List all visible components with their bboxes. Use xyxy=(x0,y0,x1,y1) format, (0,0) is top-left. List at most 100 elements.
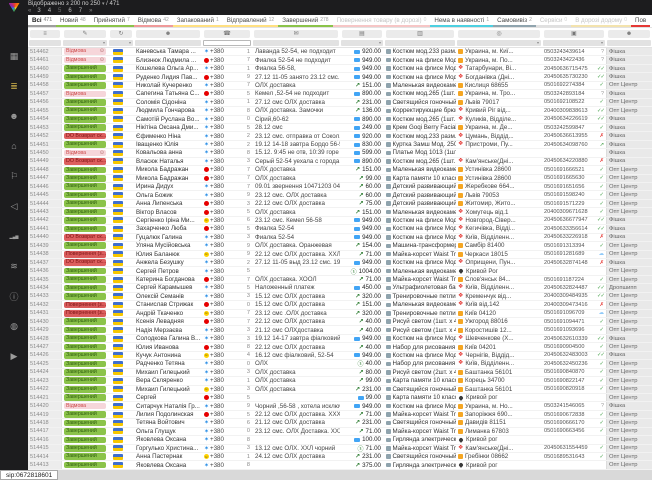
orders-list-icon[interactable]: ≣ xyxy=(0,71,28,101)
filter-dropdown-icon[interactable]: ▾ xyxy=(601,40,603,46)
order-row[interactable]: 514431Повернення (з...Андрій Ткаченкоlc+… xyxy=(28,310,652,318)
order-row[interactable]: 514462Відмова⊙Каневська Тамара ...✶+3801… xyxy=(28,48,652,56)
order-row[interactable]: 514453ЗавершенийНікітіна Оксана Дми...✶+… xyxy=(28,124,652,132)
order-row[interactable]: 514454ЗавершенийСамотій Руслана Во...✶+3… xyxy=(28,116,652,124)
order-row[interactable]: 514427ЗавершенийЮлия Иванова+380822.12 с… xyxy=(28,343,652,351)
filter-dropdown-icon[interactable]: ▾ xyxy=(379,40,381,46)
order-row[interactable]: 514435ЗавершенийКатерина Богданова+3807О… xyxy=(28,276,652,284)
price-tag-icon[interactable]: ⚐ xyxy=(0,161,28,191)
header-button-status[interactable]: ✎ xyxy=(64,30,106,38)
tab-out-of-stock[interactable]: Нема в наявності1 xyxy=(430,15,493,27)
order-row[interactable]: 514419ЗавершенийЛилия Подолинская+380522… xyxy=(28,411,652,419)
header-button-price[interactable]: ▤ xyxy=(342,30,382,38)
status-pill[interactable]: Повернення (з... xyxy=(64,310,106,317)
product-filter[interactable] xyxy=(385,40,455,46)
order-row[interactable]: 514414ЗавершенийАнна Пастернакlc+380124.… xyxy=(28,453,652,461)
status-pill[interactable]: Завершений xyxy=(64,411,106,418)
status-pill[interactable]: Завершений xyxy=(64,175,106,182)
order-row[interactable]: 514452DO Возврат ск...Єфименко Ніна✶+380… xyxy=(28,132,652,140)
status-pill[interactable]: Завершений xyxy=(64,377,106,384)
tab-accepted[interactable]: Прийнятий7 xyxy=(90,15,134,27)
header-button-source[interactable]: ☻ xyxy=(608,30,650,38)
status-pill[interactable]: Завершений xyxy=(64,65,106,72)
status-pill[interactable]: Завершений xyxy=(64,285,106,292)
status-pill[interactable]: Завершений xyxy=(64,327,106,334)
order-row[interactable]: 514457ВідмоваСапегина Татьяна С...+3805К… xyxy=(28,90,652,98)
status-pill[interactable]: Відмова⊙ xyxy=(64,57,106,64)
globe-icon[interactable]: ◍ xyxy=(0,311,28,341)
status-pill[interactable]: Завершений xyxy=(64,453,106,460)
status-pill[interactable]: Завершений xyxy=(64,276,106,283)
order-row[interactable]: 514420ВідмоваСитарчук Наталія Гр...✶+380… xyxy=(28,402,652,410)
tab-all[interactable]: Всі471 xyxy=(28,15,56,27)
status-pill[interactable]: Відмова⊙ xyxy=(64,150,106,157)
ttn-column-header[interactable]: ▣ xyxy=(542,28,606,39)
status-pill[interactable]: Завершений xyxy=(64,116,106,123)
status-pill[interactable]: Завершений xyxy=(64,74,106,81)
price-filter[interactable]: ▾ xyxy=(341,40,383,46)
order-row[interactable]: 514432Повернення (з...Станислав Стрижак+… xyxy=(28,301,652,309)
header-button-location[interactable]: ◎ xyxy=(458,30,540,38)
header-button-product[interactable]: ▥ xyxy=(386,30,454,38)
order-row[interactable]: 514413ЗавершенийЯковлева Оксана✶+3808↗37… xyxy=(28,461,652,469)
status-pill[interactable]: Завершений xyxy=(64,361,106,368)
order-row[interactable]: 514458ЗавершенийНиколай Кучеренко✶+3807О… xyxy=(28,82,652,90)
status-pill[interactable]: Завершений xyxy=(64,217,106,224)
header-button-comment[interactable]: ✉ xyxy=(254,30,338,38)
customers-icon[interactable]: ☻ xyxy=(0,101,28,131)
name-column-header[interactable]: ☻ xyxy=(134,28,202,39)
status-pill[interactable]: Повернення (з... xyxy=(64,302,106,309)
tab-shipped[interactable]: Відправлений12 xyxy=(223,15,278,27)
order-row[interactable]: 514451ЗавершенийІващенко Юлія✶+380219.12… xyxy=(28,141,652,149)
first-page-button[interactable]: « xyxy=(28,8,30,15)
order-row[interactable]: 514460ЗавершенийКошелева Ольга Ар...✶+38… xyxy=(28,65,652,73)
page-3[interactable]: 3 xyxy=(37,8,40,15)
per-page-caret-icon[interactable]: ▾ xyxy=(102,1,105,7)
status-pill[interactable]: Повернення (з... xyxy=(64,251,106,258)
order-row[interactable]: 514415ЗавершенийГоргулько Христина...✶+3… xyxy=(28,445,652,453)
header-button-id[interactable]: ≡ xyxy=(30,30,60,38)
flag-filter[interactable]: ▾ xyxy=(109,40,133,46)
filter-dropdown-icon[interactable]: ▾ xyxy=(103,40,105,46)
order-row[interactable]: 514443ЗавершенийВіктор Власов+3805ОЛХ до… xyxy=(28,208,652,216)
status-pill[interactable]: Завершений xyxy=(64,124,106,131)
status-pill[interactable]: Завершений xyxy=(64,209,106,216)
order-row[interactable]: 514441ЗавершенийЗахарченко Люба+3805Фиал… xyxy=(28,225,652,233)
order-row[interactable]: 514446ЗавершенийИрина Дидух✶+380709.01 з… xyxy=(28,183,652,191)
tab-services[interactable]: Сервіси0 xyxy=(536,15,571,27)
status-pill[interactable]: Завершений xyxy=(64,107,106,114)
filter-dropdown-icon[interactable]: ▾ xyxy=(129,40,131,46)
status-pill[interactable]: Завершений xyxy=(64,369,106,376)
status-pill[interactable]: Завершений xyxy=(64,428,106,435)
id-column-header[interactable]: ≡ xyxy=(28,28,62,39)
order-row[interactable]: 514444ЗавершенийАнна Липенська+380322.12… xyxy=(28,200,652,208)
header-button-flag[interactable]: ↻ xyxy=(110,30,132,38)
status-pill[interactable]: DO Возврат ск... xyxy=(64,158,106,165)
ttn-filter[interactable]: ▾ xyxy=(543,40,605,46)
filter-dropdown-icon[interactable]: ▾ xyxy=(537,40,539,46)
order-row[interactable]: 514438Повернення (з...Юлия Баланюкlc+380… xyxy=(28,251,652,259)
last-page-button[interactable]: » xyxy=(89,8,91,15)
status-pill[interactable]: Завершений xyxy=(64,192,106,199)
status-pill[interactable]: Завершений xyxy=(64,318,106,325)
status-pill[interactable]: Завершений xyxy=(64,386,106,393)
order-row[interactable]: 514424ЗавершенийМихаил Гилецький✶+3803ОЛ… xyxy=(28,369,652,377)
order-row[interactable]: 514439ЗавершенийУляна Мусійовська✶+3809О… xyxy=(28,242,652,250)
status-pill[interactable]: Завершений xyxy=(64,462,106,469)
order-row[interactable]: 514418ЗавершенийТетяна Войтович✶+380621.… xyxy=(28,419,652,427)
order-row[interactable]: 514461Відмова⊙Близнюк Людмила ...+3807Фи… xyxy=(28,56,652,64)
settings-sliders-icon[interactable]: ≋ xyxy=(0,251,28,281)
order-row[interactable]: 514459ЗавершенийРуденко Лидия Пав...+380… xyxy=(28,73,652,81)
order-row[interactable]: 514417ЗавершенийОльга Глущук✶+380023.12 … xyxy=(28,428,652,436)
order-row[interactable]: 514456ЗавершенийСоломія Сідоніна✶+380127… xyxy=(28,99,652,107)
status-pill[interactable]: Завершений xyxy=(64,352,106,359)
status-pill[interactable]: Завершений xyxy=(64,99,106,106)
status-pill[interactable]: Відмова xyxy=(64,91,106,98)
status-pill[interactable]: DO Возврат ск... xyxy=(64,133,106,140)
order-row[interactable]: 514429ЗавершенийНадія Мерзаєва✶+380321.1… xyxy=(28,326,652,334)
location-column-header[interactable]: ◎ xyxy=(456,28,542,39)
status-pill[interactable]: Завершений xyxy=(64,141,106,148)
tab-pickup[interactable]: Самовивіз2 xyxy=(493,15,536,27)
page-5[interactable]: 5 xyxy=(58,8,61,15)
order-row[interactable]: 514437DO Возврат ск...Анжела Безушку✶+38… xyxy=(28,259,652,267)
